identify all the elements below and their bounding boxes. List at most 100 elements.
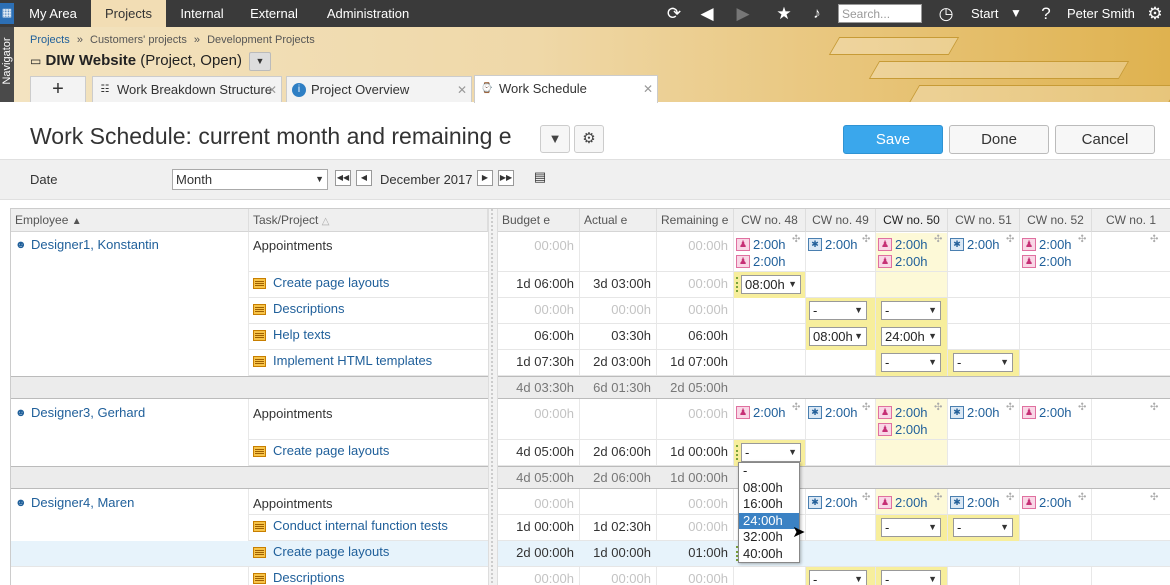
add-appointment-icon[interactable]: ✣ [862, 492, 870, 503]
save-button[interactable]: Save [843, 125, 943, 154]
column-header-actual[interactable]: Actual e [580, 209, 657, 232]
search-input[interactable] [838, 4, 922, 23]
appointment-entry[interactable]: ✱ 2:00h [948, 494, 1000, 511]
gear-icon[interactable]: ⚙ [1144, 3, 1166, 24]
hours-select[interactable]: - ▼ [881, 570, 941, 585]
add-tab-button[interactable]: + [30, 76, 86, 102]
add-appointment-icon[interactable]: ✣ [1150, 402, 1158, 413]
appointment-entry[interactable]: ♟ 2:00h [1020, 494, 1072, 511]
cancel-button[interactable]: Cancel [1055, 125, 1155, 154]
hours-select[interactable]: - ▼ [953, 353, 1013, 372]
task-create-page-layouts[interactable]: Create page layouts [249, 544, 389, 559]
done-button[interactable]: Done [949, 125, 1049, 154]
appointment-entry[interactable]: ♟ 2:00h [876, 236, 928, 253]
app-grid-icon[interactable]: ▦ [0, 3, 14, 24]
add-appointment-icon[interactable]: ✣ [1006, 492, 1014, 503]
appointment-entry[interactable]: ✱ 2:00h [806, 494, 858, 511]
add-appointment-icon[interactable]: ✣ [1078, 402, 1086, 413]
employee-designer4[interactable]: ☻ Designer4, Maren [11, 495, 134, 510]
task-create-page-layouts[interactable]: Create page layouts [249, 443, 389, 458]
close-icon[interactable]: ✕ [267, 77, 277, 102]
hours-select[interactable]: - ▼ [809, 570, 867, 585]
period-select[interactable]: Month ▼ [172, 169, 328, 190]
last-period-button[interactable]: ▶▶ [498, 170, 514, 186]
hours-select[interactable]: 08:00h ▼ [741, 275, 801, 294]
appointment-entry[interactable]: ♟ 2:00h [876, 494, 928, 511]
nav-external[interactable]: External [240, 0, 308, 27]
appointment-entry[interactable]: ♟ 2:00h [876, 421, 928, 438]
dropdown-option[interactable]: 16:00h [739, 496, 799, 513]
help-icon[interactable]: ? [1035, 3, 1057, 24]
appointment-entry[interactable]: ♟ 2:00h [734, 404, 786, 421]
column-header-employee[interactable]: Employee ▲ [11, 209, 249, 232]
task-help-texts[interactable]: Help texts [249, 327, 331, 342]
add-appointment-icon[interactable]: ✣ [934, 402, 942, 413]
hours-select[interactable]: - ▼ [881, 518, 941, 537]
nav-administration[interactable]: Administration [313, 0, 423, 27]
column-header-cw48[interactable]: CW no. 48 [734, 209, 806, 232]
employee-designer1[interactable]: ☻ Designer1, Konstantin [11, 237, 159, 252]
settings-button[interactable]: ⚙ [574, 125, 604, 153]
hours-select[interactable]: 08:00h ▼ [809, 327, 867, 346]
forward-icon[interactable]: ▶ [730, 3, 756, 24]
refresh-icon[interactable]: ⟳ [663, 3, 685, 24]
previous-period-button[interactable]: ◀ [356, 170, 372, 186]
add-appointment-icon[interactable]: ✣ [862, 234, 870, 245]
hours-select[interactable]: - ▼ [953, 518, 1013, 537]
hours-select[interactable]: - ▼ [809, 301, 867, 320]
close-icon[interactable]: ✕ [643, 76, 653, 102]
first-period-button[interactable]: ◀◀ [335, 170, 351, 186]
column-header-remaining[interactable]: Remaining e [657, 209, 734, 232]
add-appointment-icon[interactable]: ✣ [1150, 492, 1158, 503]
task-descriptions[interactable]: Descriptions [249, 301, 345, 316]
timer-icon[interactable]: ◷ [935, 3, 957, 24]
column-header-cw52[interactable]: CW no. 52 [1020, 209, 1092, 232]
hours-select[interactable]: - ▼ [881, 353, 941, 372]
column-header-cw51[interactable]: CW no. 51 [948, 209, 1020, 232]
back-icon[interactable]: ◀ [694, 3, 720, 24]
task-descriptions[interactable]: Descriptions [249, 570, 345, 585]
splitter[interactable] [488, 209, 498, 585]
add-appointment-icon[interactable]: ✣ [934, 234, 942, 245]
star-icon[interactable]: ★ [773, 3, 795, 24]
add-appointment-icon[interactable]: ✣ [1150, 234, 1158, 245]
view-menu-button[interactable]: ▼ [540, 125, 570, 153]
column-header-cw1[interactable]: CW no. 1 [1092, 209, 1170, 232]
appointment-entry[interactable]: ♟ 2:00h [734, 253, 786, 270]
tab-work-breakdown-structure[interactable]: ☷ Work Breakdown Structure ✕ [92, 76, 282, 102]
tab-work-schedule[interactable]: ⌚ Work Schedule ✕ [474, 75, 658, 103]
hours-select[interactable]: 24:00h ▼ [881, 327, 941, 346]
task-conduct-internal-function-tests[interactable]: Conduct internal function tests [249, 518, 448, 533]
nav-projects[interactable]: Projects [91, 0, 166, 27]
add-appointment-icon[interactable]: ✣ [1006, 234, 1014, 245]
close-icon[interactable]: ✕ [457, 77, 467, 102]
appointment-entry[interactable]: ✱ 2:00h [806, 404, 858, 421]
user-name[interactable]: Peter Smith [1067, 0, 1135, 27]
tab-project-overview[interactable]: i Project Overview ✕ [286, 76, 472, 102]
breadcrumb-customers-projects[interactable]: Customers' projects [90, 34, 187, 46]
dropdown-option-highlighted[interactable]: 24:00h [739, 512, 799, 529]
start-menu[interactable]: Start [971, 0, 998, 27]
breadcrumb-projects[interactable]: Projects [30, 34, 70, 46]
nav-my-area[interactable]: My Area [18, 0, 88, 27]
nav-internal[interactable]: Internal [169, 0, 235, 27]
column-header-cw50[interactable]: CW no. 50 [876, 209, 948, 232]
appointment-entry[interactable]: ♟ 2:00h [1020, 253, 1072, 270]
breadcrumb-development-projects[interactable]: Development Projects [207, 34, 315, 46]
appointment-entry[interactable]: ♟ 2:00h [734, 236, 786, 253]
project-menu-button[interactable]: ▼ [249, 52, 271, 71]
bell-icon[interactable]: ♪ [806, 3, 828, 24]
calendar-icon[interactable]: ▤ [532, 170, 548, 186]
add-appointment-icon[interactable]: ✣ [1078, 492, 1086, 503]
appointment-entry[interactable]: ♟ 2:00h [1020, 404, 1072, 421]
chevron-down-icon[interactable]: ▼ [1007, 3, 1025, 24]
add-appointment-icon[interactable]: ✣ [792, 234, 800, 245]
task-implement-html-templates[interactable]: Implement HTML templates [249, 353, 432, 368]
employee-designer3[interactable]: ☻ Designer3, Gerhard [11, 405, 145, 420]
dropdown-option[interactable]: 32:00h [739, 529, 799, 546]
navigator-panel[interactable]: Navigator [0, 27, 14, 102]
appointment-entry[interactable]: ✱ 2:00h [948, 404, 1000, 421]
appointment-entry[interactable]: ♟ 2:00h [1020, 236, 1072, 253]
appointment-entry[interactable]: ♟ 2:00h [876, 404, 928, 421]
task-create-page-layouts[interactable]: Create page layouts [249, 275, 389, 290]
